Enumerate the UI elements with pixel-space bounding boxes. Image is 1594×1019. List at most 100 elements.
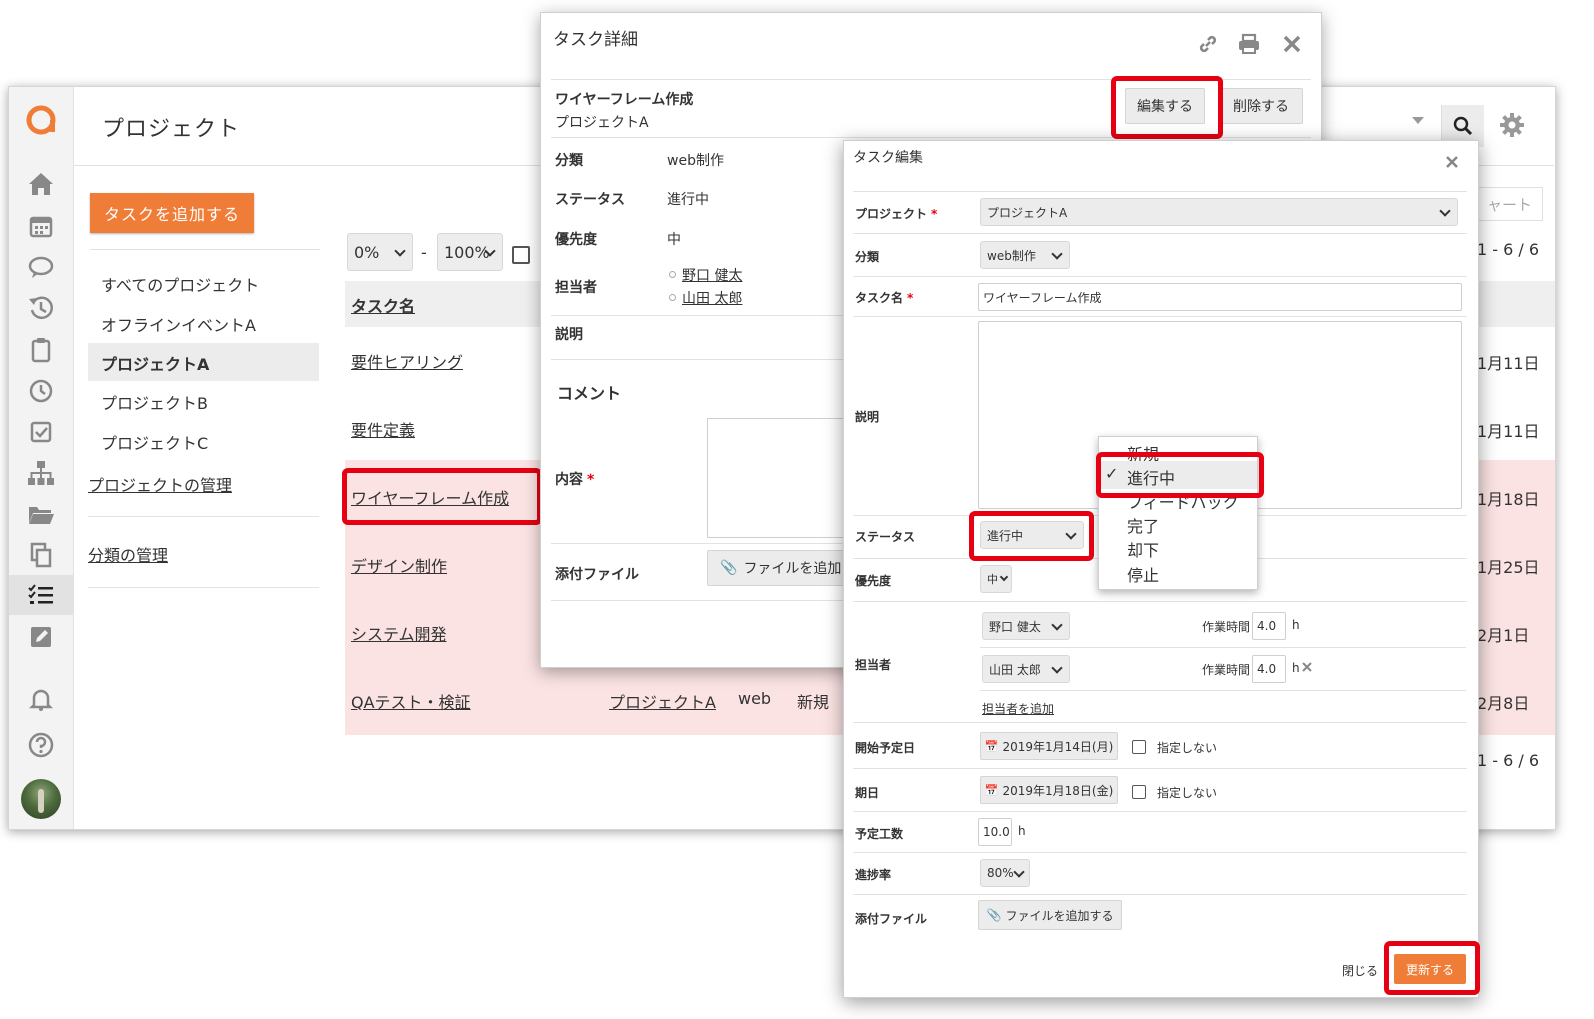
start-unspecified-checkbox[interactable] <box>1132 740 1146 754</box>
add-file-button[interactable]: 📎 ファイルを追加 <box>707 550 847 586</box>
task-project-link[interactable]: プロジェクトA <box>609 689 716 713</box>
task-list-icon[interactable] <box>26 580 56 610</box>
calendar-icon[interactable] <box>26 211 56 241</box>
add-task-button[interactable]: タスクを追加する <box>90 193 254 233</box>
progress-to-select[interactable]: 100% <box>437 233 503 271</box>
assignee-select-2[interactable]: 山田 太郎 <box>982 655 1070 683</box>
edit-note-icon[interactable] <box>26 622 56 652</box>
app-logo[interactable] <box>25 103 59 137</box>
divider <box>853 811 1467 812</box>
task-link-design[interactable]: デザイン制作 <box>351 553 447 577</box>
edit-progress-label: 進捗率 <box>855 868 892 882</box>
edit-estimate-label: 予定工数 <box>855 827 904 841</box>
status-option-rejected[interactable]: 却下 <box>1127 537 1159 561</box>
chevron-down-icon <box>1051 248 1063 260</box>
task-link-development[interactable]: システム開発 <box>351 621 447 645</box>
highlight-update-button <box>1384 941 1480 995</box>
remove-assignee-icon[interactable] <box>1302 662 1312 672</box>
delete-button[interactable]: 削除する <box>1219 88 1303 124</box>
estimate-input[interactable]: 10.0 <box>978 818 1012 846</box>
task-link-requirements[interactable]: 要件定義 <box>351 417 415 441</box>
edit-due-label: 期日 <box>855 786 880 800</box>
close-icon[interactable] <box>1445 155 1459 169</box>
work-hours-input-2[interactable]: 4.0 <box>1252 655 1286 683</box>
assignee-link[interactable]: 野口 健太 <box>682 265 742 285</box>
task-name-input[interactable]: ワイヤーフレーム作成 <box>978 283 1462 311</box>
assignee-link[interactable]: 山田 太郎 <box>682 288 742 308</box>
sidebar-item-all-projects[interactable]: すべてのプロジェクト <box>101 272 259 296</box>
divider <box>853 768 1467 769</box>
bell-icon[interactable] <box>26 684 56 714</box>
task-link-hearing[interactable]: 要件ヒアリング <box>351 349 463 373</box>
comment-title: コメント <box>557 384 622 403</box>
table-header-bg-right <box>1477 281 1555 327</box>
category-select[interactable]: web制作 <box>980 241 1070 269</box>
detail-category-value: web制作 <box>667 153 724 169</box>
close-icon[interactable] <box>1282 34 1302 54</box>
progress-from-value: 0% <box>354 242 380 262</box>
due-date-picker[interactable]: 📅 2019年1月18日(金) <box>980 776 1118 804</box>
add-file-button[interactable]: 📎 ファイルを追加する <box>978 900 1122 930</box>
history-icon[interactable] <box>26 293 56 323</box>
help-icon[interactable] <box>26 730 56 760</box>
due-unspecified-checkbox[interactable] <box>1132 785 1146 799</box>
detail-assignee-label: 担当者 <box>555 280 597 296</box>
highlight-wireframe-row <box>342 468 542 525</box>
divider <box>853 722 1467 723</box>
sidebar-item-project-b[interactable]: プロジェクトB <box>101 390 208 414</box>
documents-icon[interactable] <box>26 540 56 570</box>
row-date: 1月18日 <box>1477 490 1540 509</box>
status-option-stopped[interactable]: 停止 <box>1127 562 1159 586</box>
user-avatar[interactable] <box>21 779 61 819</box>
row-date: 1月11日 <box>1477 422 1540 441</box>
sidebar-item-project-a[interactable]: プロジェクトA <box>101 351 209 375</box>
folder-icon[interactable] <box>26 499 56 529</box>
sidebar-item-offline-event-a[interactable]: オフラインイベントA <box>101 312 256 336</box>
search-icon <box>1453 116 1473 136</box>
home-icon[interactable] <box>26 169 56 199</box>
work-hours-label: 作業時間 <box>1202 663 1251 677</box>
add-assignee-link[interactable]: 担当者を追加 <box>982 700 1054 717</box>
assignee-select-1[interactable]: 野口 健太 <box>982 612 1070 640</box>
priority-select[interactable]: 中 <box>980 565 1012 593</box>
clipboard-icon[interactable] <box>26 335 56 365</box>
project-select[interactable]: プロジェクトA <box>980 198 1458 226</box>
manage-categories-link[interactable]: 分類の管理 <box>88 542 168 566</box>
settings-gear-icon[interactable] <box>1499 112 1525 138</box>
print-icon[interactable] <box>1238 33 1260 55</box>
task-status: 新規 <box>797 693 830 712</box>
filter-checkbox[interactable] <box>512 246 530 264</box>
row-date: 2月8日 <box>1477 694 1530 713</box>
clock-icon[interactable] <box>26 376 56 406</box>
progress-select[interactable]: 80% <box>980 859 1030 887</box>
start-date-picker[interactable]: 📅 2019年1月14日(月) <box>980 732 1118 760</box>
manage-projects-link[interactable]: プロジェクトの管理 <box>88 472 232 496</box>
work-hours-input-1-value: 4.0 <box>1257 619 1277 633</box>
category-select-value: web制作 <box>987 248 1036 263</box>
org-chart-icon[interactable] <box>26 458 56 488</box>
chat-icon[interactable] <box>26 252 56 282</box>
chart-button[interactable]: ャート <box>1477 187 1543 221</box>
edit-attachment-label: 添付ファイル <box>855 912 928 926</box>
hours-unit: h <box>1292 661 1300 675</box>
edit-project-label-text: プロジェクト <box>855 207 928 221</box>
header-select-caret-icon[interactable] <box>1412 117 1424 124</box>
task-link-qa[interactable]: QAテスト・検証 <box>351 689 471 713</box>
progress-from-select[interactable]: 0% <box>347 233 413 271</box>
work-hours-input-1[interactable]: 4.0 <box>1252 612 1286 640</box>
checkbox-icon[interactable] <box>26 417 56 447</box>
divider <box>853 894 1467 895</box>
comment-textarea[interactable] <box>707 418 849 538</box>
link-icon[interactable] <box>1197 33 1219 55</box>
edit-description-label: 説明 <box>855 410 880 424</box>
sidebar-item-project-c[interactable]: プロジェクトC <box>101 430 208 454</box>
divider <box>853 852 1467 853</box>
edit-status-label: ステータス <box>855 530 916 544</box>
edit-priority-label: 優先度 <box>855 574 892 588</box>
edit-task-name-label-text: タスク名 <box>855 291 904 305</box>
edit-start-label: 開始予定日 <box>855 741 916 755</box>
status-option-done[interactable]: 完了 <box>1127 513 1159 537</box>
chevron-down-icon <box>1051 662 1063 674</box>
close-button[interactable]: 閉じる <box>1342 962 1378 979</box>
table-header-task-name[interactable]: タスク名 <box>351 293 415 317</box>
